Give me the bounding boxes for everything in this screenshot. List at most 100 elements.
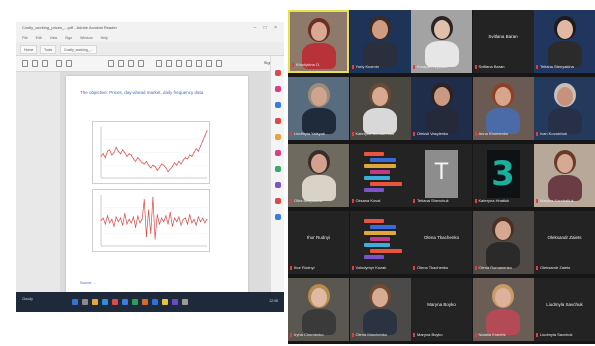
tab-home[interactable]: Home <box>20 45 38 54</box>
print-icon[interactable] <box>32 60 38 67</box>
select-tool-icon[interactable] <box>108 60 114 67</box>
participant-tile[interactable]: Anna Khomenko <box>472 77 534 140</box>
participant-tile[interactable]: 3 Kateryna Hnatiuk <box>472 144 534 207</box>
scan-icon[interactable] <box>275 166 281 172</box>
price-chart <box>92 121 210 184</box>
powerpoint-icon[interactable] <box>142 299 148 305</box>
chart-point <box>111 218 113 220</box>
fill-sign-icon[interactable] <box>275 198 281 204</box>
stamp-icon[interactable] <box>196 60 202 67</box>
participant-tile[interactable]: Maryna Boyko Maryna Boyko <box>411 278 472 341</box>
window-controls[interactable]: – □ × <box>254 22 281 34</box>
participant-tile[interactable]: Oksana Koval <box>349 144 411 207</box>
mic-muted-icon <box>351 265 354 270</box>
excel-icon[interactable] <box>132 299 138 305</box>
zoom-in-icon[interactable] <box>138 60 144 67</box>
menu-sign[interactable]: Sign <box>65 36 72 40</box>
combine-files-icon[interactable] <box>275 134 281 140</box>
participant-tile[interactable]: Volodymyr Kozak <box>349 211 411 274</box>
zoom-out-icon[interactable] <box>128 60 134 67</box>
participant-tile[interactable]: Maryna Kondratiuk <box>534 144 595 207</box>
participant-tile[interactable]: Tetiana Stenyakina <box>534 10 595 73</box>
tab-tools[interactable]: Tools <box>40 45 57 54</box>
participant-tile[interactable]: Kateryna Bondarenko <box>349 77 411 140</box>
participant-tile[interactable]: Olha Bezpalova <box>288 144 349 207</box>
windows-start-icon[interactable] <box>72 299 78 305</box>
participant-tile[interactable]: Oleksii Vasylenko <box>411 77 472 140</box>
participant-name: Oksana Koval <box>355 198 381 203</box>
page-up-icon[interactable] <box>56 60 62 67</box>
participant-tile[interactable]: Natalia Kravets <box>472 278 534 341</box>
chart-point <box>202 140 204 142</box>
participant-tile[interactable]: Oleksandr Zaiets Oleksandr Zaiets <box>534 211 595 274</box>
participant-name-label: Ivan Kovalchuk <box>536 130 593 138</box>
participant-name: Liudmyla Yatsyuk <box>294 131 325 136</box>
chart-point <box>195 224 197 226</box>
pdf-page: The objective: Prices, day-ahead market,… <box>66 76 248 292</box>
participant-tile[interactable]: Kostyan Hryshan <box>411 10 472 73</box>
participant-tile[interactable]: Svitlana Baran Svitlana Baran <box>472 10 534 73</box>
tools-sidebar <box>270 56 284 292</box>
document-viewport[interactable]: The objective: Prices, day-ahead market,… <box>60 72 270 292</box>
settings-taskbar-icon[interactable] <box>182 299 188 305</box>
participant-name-label: Kostyan Hryshan <box>413 63 470 71</box>
search-icon[interactable] <box>42 60 48 67</box>
sign-icon[interactable] <box>206 60 212 67</box>
participant-tile[interactable]: Liudmyla Savchuk Liudmyla Savchuk <box>534 278 595 341</box>
edit-pdf-icon[interactable] <box>275 86 281 92</box>
word-icon[interactable] <box>122 299 128 305</box>
comment-tool-icon[interactable] <box>275 118 281 124</box>
export-pdf-icon[interactable] <box>275 70 281 76</box>
chart-point <box>139 222 141 224</box>
chrome-icon[interactable] <box>162 299 168 305</box>
participant-tile[interactable]: Khudykina O. <box>288 10 349 73</box>
face <box>310 288 327 307</box>
menu-edit[interactable]: Edit <box>36 36 42 40</box>
file-explorer-icon[interactable] <box>92 299 98 305</box>
acrobat-icon[interactable] <box>112 299 118 305</box>
participant-tile[interactable]: Yuriy Kuzmin <box>349 10 411 73</box>
page-down-icon[interactable] <box>66 60 72 67</box>
comment-icon[interactable] <box>156 60 162 67</box>
page-heading: The objective: Prices, day-ahead market,… <box>80 90 204 95</box>
participant-tile[interactable]: Olena Tkachenko Olena Tkachenko <box>411 211 472 274</box>
share-icon[interactable] <box>216 60 222 67</box>
organize-pages-icon[interactable] <box>275 150 281 156</box>
chart-point <box>195 148 197 150</box>
menu-window[interactable]: Window <box>80 36 92 40</box>
chart-point <box>124 152 126 153</box>
menu-file[interactable]: File <box>22 36 28 40</box>
chart-point <box>122 149 124 151</box>
save-icon[interactable] <box>22 60 28 67</box>
participant-tile[interactable]: Olena Marchenko <box>349 278 411 341</box>
mic-muted-icon <box>290 332 292 337</box>
teams-icon[interactable] <box>172 299 178 305</box>
create-pdf-icon[interactable] <box>275 102 281 108</box>
text-icon[interactable] <box>186 60 192 67</box>
highlight-icon[interactable] <box>166 60 172 67</box>
participant-name: Olena Tkachenko <box>417 265 449 270</box>
participant-tile[interactable]: Ivan Kovalchuk <box>534 77 595 140</box>
draw-icon[interactable] <box>176 60 182 67</box>
chart-point <box>126 223 128 225</box>
tab-document[interactable]: Costly_working_... <box>60 45 97 54</box>
participant-tile[interactable]: Olena Romanenko <box>472 211 534 274</box>
participant-name-label: Olena Tkachenko <box>413 264 470 272</box>
weather-widget[interactable]: Cloudy <box>22 297 33 301</box>
hand-tool-icon[interactable] <box>118 60 124 67</box>
edge-icon[interactable] <box>102 299 108 305</box>
logo-stripe <box>363 231 396 235</box>
face <box>372 288 388 307</box>
search-taskbar-icon[interactable] <box>82 299 88 305</box>
participant-tile[interactable]: T Tetiana Shevchuk <box>411 144 472 207</box>
menu-help[interactable]: Help <box>101 36 108 40</box>
participant-tile[interactable]: Iryna Chernenko <box>288 278 349 341</box>
participant-tile[interactable]: Liudmyla Yatsyuk <box>288 77 349 140</box>
face <box>372 87 388 106</box>
more-tools-icon[interactable] <box>275 214 281 220</box>
zoom-app-icon[interactable] <box>152 299 158 305</box>
protect-icon[interactable] <box>275 182 281 188</box>
menu-view[interactable]: View <box>50 36 58 40</box>
participant-tile[interactable]: Ihor Rudnyi Ihor Rudnyi <box>288 211 349 274</box>
chart-point <box>100 155 102 157</box>
